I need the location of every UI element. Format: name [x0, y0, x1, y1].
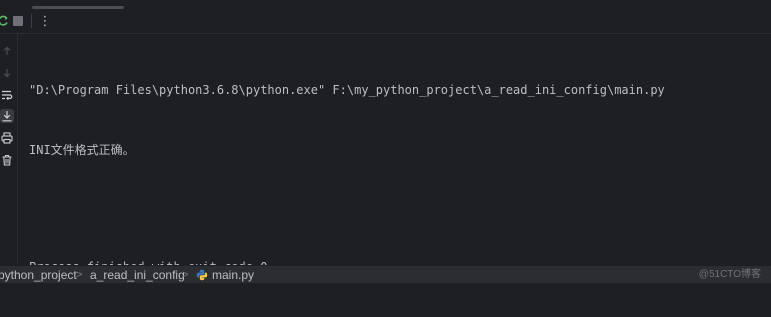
scroll-down-icon[interactable] [0, 66, 14, 80]
rerun-icon[interactable] [0, 14, 10, 28]
breadcrumb-separator: > [182, 269, 189, 281]
clear-all-icon[interactable] [0, 153, 14, 167]
run-tab-indicator[interactable] [32, 6, 124, 9]
navigation-bar: python_project > a_read_ini_config > mai… [0, 265, 771, 283]
more-options-icon[interactable]: ⋮ [38, 14, 52, 29]
breadcrumb-project[interactable]: python_project [0, 267, 77, 283]
python-file-icon [196, 269, 208, 281]
scroll-up-icon[interactable] [0, 44, 14, 58]
toolbar-divider [31, 14, 32, 28]
scroll-to-end-icon[interactable] [0, 109, 14, 123]
print-icon[interactable] [0, 131, 14, 145]
breadcrumb-folder[interactable]: a_read_ini_config [90, 267, 185, 283]
run-side-toolbar [0, 34, 18, 265]
run-toolbar: ⋮ [0, 0, 771, 34]
console-line-command: "D:\Program Files\python3.6.8\python.exe… [29, 83, 665, 97]
soft-wrap-icon[interactable] [0, 88, 14, 102]
breadcrumb-separator: > [76, 269, 83, 281]
run-tool-window: ⋮ "D:\Program Files\python3.6.8\python.e… [0, 0, 771, 283]
stop-icon[interactable] [11, 14, 25, 28]
console-line-output: INI文件格式正确。 [29, 143, 135, 157]
watermark-text: @51CTO博客 [698, 269, 761, 280]
breadcrumb-file[interactable]: main.py [212, 267, 254, 283]
